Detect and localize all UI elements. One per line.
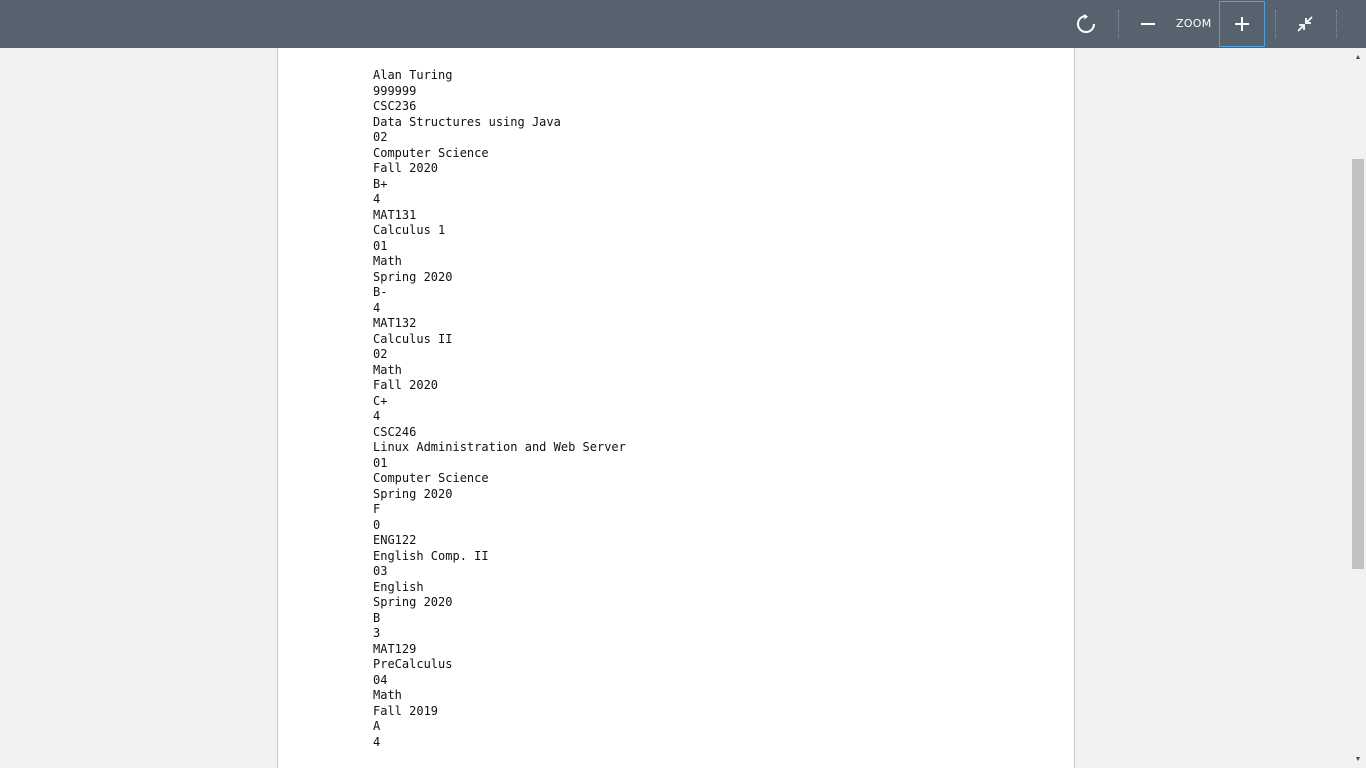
document-line: Fall 2020 — [373, 161, 439, 175]
document-line: Spring 2020 — [373, 595, 453, 609]
document-page: Alan Turing 999999 CSC236 Data Structure… — [277, 48, 1075, 768]
document-line: A — [373, 719, 381, 733]
toolbar-separator — [1336, 10, 1337, 38]
document-line: F — [373, 502, 381, 516]
document-line: English — [373, 579, 424, 594]
document-line: Spring 2020 — [373, 486, 453, 501]
document-line: Math — [373, 362, 402, 377]
collapse-button[interactable] — [1283, 1, 1327, 47]
document-text: Alan Turing 999999 CSC236 Data Structure… — [373, 68, 626, 750]
document-line: Alan Turing — [373, 68, 453, 82]
document-line: MAT132 — [373, 316, 417, 330]
refresh-icon — [1077, 14, 1095, 33]
document-line: Calculus 1 — [373, 223, 446, 237]
zoom-out-button[interactable] — [1126, 1, 1170, 47]
document-line: Spring 2020 — [373, 269, 453, 284]
scroll-up-arrow[interactable]: ▲ — [1350, 50, 1366, 64]
document-line: 4 — [373, 300, 381, 315]
viewer-toolbar: ZOOM — [0, 0, 1366, 48]
document-line: Linux Administration and Web Server — [373, 440, 626, 454]
document-line: B- — [373, 285, 388, 299]
document-line: MAT129 — [373, 641, 417, 656]
document-line: CSC246 — [373, 424, 417, 439]
document-line: PreCalculus — [373, 657, 453, 671]
reset-zoom-button[interactable] — [1063, 1, 1109, 47]
collapse-icon — [1297, 16, 1313, 32]
toolbar-separator — [1275, 10, 1276, 38]
zoom-label: ZOOM — [1176, 17, 1212, 30]
document-line: Fall 2019 — [373, 703, 439, 718]
document-line: 3 — [373, 626, 381, 640]
document-line: Math — [373, 688, 402, 702]
document-line: English Comp. II — [373, 548, 489, 563]
document-line: 04 — [373, 672, 388, 687]
document-line: Fall 2020 — [373, 378, 439, 392]
document-line: 01 — [373, 455, 388, 470]
document-line: 02 — [373, 130, 388, 144]
scroll-down-arrow[interactable]: ▼ — [1350, 752, 1366, 766]
document-line: Data Structures using Java — [373, 114, 561, 129]
scrollbar-thumb[interactable] — [1352, 159, 1364, 569]
document-line: 4 — [373, 734, 381, 749]
document-line: Calculus II — [373, 331, 453, 346]
document-line: B — [373, 610, 381, 625]
document-line: 4 — [373, 409, 381, 423]
document-viewport[interactable]: Alan Turing 999999 CSC236 Data Structure… — [0, 48, 1350, 768]
document-line: 0 — [373, 517, 381, 532]
document-line: Math — [373, 254, 402, 268]
plus-icon — [1235, 17, 1249, 31]
document-line: MAT131 — [373, 207, 417, 222]
document-line: 999999 — [373, 83, 417, 98]
document-line: 03 — [373, 564, 388, 578]
zoom-in-button[interactable] — [1219, 1, 1265, 47]
document-line: 4 — [373, 192, 381, 206]
vertical-scrollbar[interactable]: ▲ ▼ — [1350, 48, 1366, 768]
document-line: 02 — [373, 347, 388, 361]
toolbar-separator — [1118, 10, 1119, 38]
document-line: Computer Science — [373, 145, 489, 160]
document-line: C+ — [373, 393, 388, 408]
document-line: ENG122 — [373, 533, 417, 547]
minus-icon — [1141, 23, 1155, 25]
document-line: Computer Science — [373, 471, 489, 485]
document-line: CSC236 — [373, 99, 417, 113]
document-line: 01 — [373, 238, 388, 253]
document-line: B+ — [373, 176, 388, 191]
